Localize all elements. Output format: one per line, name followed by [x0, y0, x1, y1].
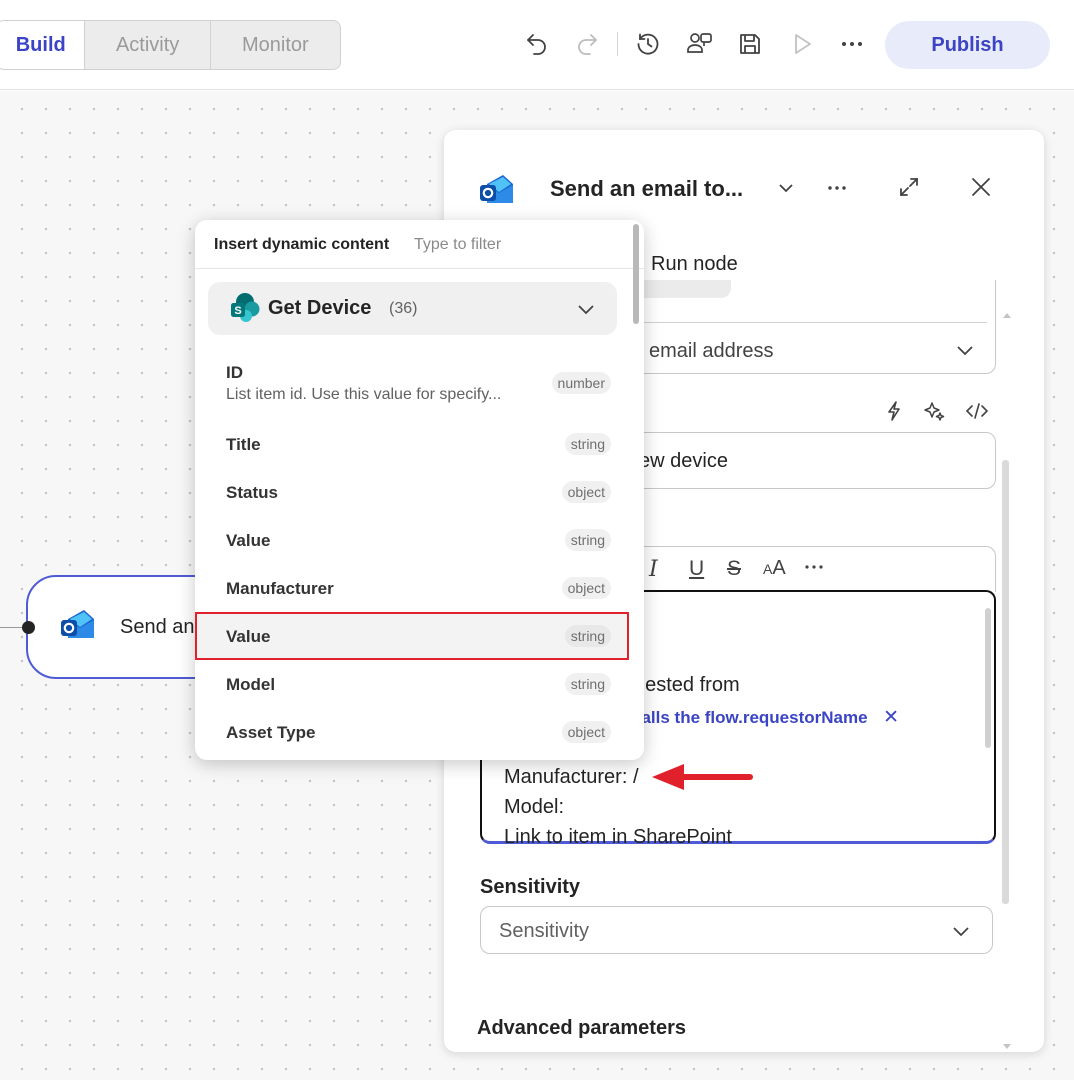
- type-badge: string: [564, 673, 611, 695]
- popup-title: Insert dynamic content: [214, 236, 390, 253]
- dynamic-item-status[interactable]: Status object: [195, 468, 644, 516]
- publish-button[interactable]: Publish: [885, 21, 1050, 69]
- chevron-down-icon[interactable]: [776, 178, 796, 203]
- requestor-token[interactable]: calls the flow.requestorName ✕: [632, 706, 899, 729]
- undo-icon[interactable]: [521, 28, 553, 60]
- item-name: Model: [226, 675, 276, 694]
- history-icon[interactable]: [632, 28, 664, 60]
- run-node-tab[interactable]: Run node: [651, 253, 738, 276]
- strikethrough-icon[interactable]: S: [727, 557, 741, 581]
- node-label: Send an: [120, 615, 195, 638]
- body-line-manufacturer: Manufacturer: /: [504, 766, 639, 788]
- editor-scrollbar[interactable]: [985, 608, 991, 748]
- item-name: ID: [226, 363, 243, 382]
- redo-icon[interactable]: [571, 28, 603, 60]
- sharepoint-icon: S: [230, 292, 262, 329]
- chevron-down-icon[interactable]: [955, 340, 975, 365]
- subject-value: ew device: [639, 450, 728, 472]
- chevron-down-icon[interactable]: [576, 299, 596, 324]
- italic-icon[interactable]: I: [649, 557, 658, 582]
- type-badge: number: [551, 372, 611, 394]
- requestor-token-label: calls the flow.requestorName: [632, 708, 868, 727]
- recipient-chip: [635, 280, 731, 298]
- connector-line: [0, 627, 24, 628]
- view-tabs: Build Activity Monitor: [0, 20, 341, 70]
- scroll-up-icon[interactable]: [1002, 306, 1012, 324]
- outlook-icon: [60, 607, 96, 648]
- item-description: List item id. Use this value for specify…: [226, 386, 502, 403]
- item-name: Status: [226, 483, 278, 502]
- chevron-down-icon[interactable]: [951, 921, 971, 946]
- type-badge: string: [564, 625, 611, 647]
- type-badge: string: [564, 529, 611, 551]
- remove-token-icon[interactable]: ✕: [883, 707, 899, 728]
- close-icon[interactable]: [970, 176, 992, 203]
- svg-text:S: S: [234, 305, 241, 317]
- connector-dot[interactable]: [22, 621, 35, 634]
- body-toolbar: I U S AA: [604, 546, 996, 592]
- expand-icon[interactable]: [898, 176, 920, 203]
- body-line-model: Model:: [504, 796, 565, 818]
- toolbar-divider: [617, 32, 618, 56]
- to-placeholder: email address: [649, 340, 774, 362]
- font-size-icon[interactable]: AA: [763, 557, 786, 580]
- filter-input[interactable]: Type to filter: [414, 236, 501, 254]
- expression-sparkle-icon[interactable]: [924, 400, 946, 427]
- panel-scrollbar[interactable]: [1002, 460, 1009, 904]
- sensitivity-label: Sensitivity: [480, 876, 581, 898]
- group-get-device[interactable]: S Get Device (36): [208, 282, 617, 335]
- item-name: Value: [226, 627, 271, 646]
- underline-icon[interactable]: U: [689, 557, 704, 581]
- group-name: Get Device: [268, 297, 372, 319]
- scroll-down-icon[interactable]: [1002, 1038, 1012, 1052]
- to-field[interactable]: email address: [604, 280, 996, 374]
- subject-field[interactable]: ew device: [604, 432, 996, 489]
- outlook-icon: [479, 172, 515, 213]
- dynamic-item-model[interactable]: Model string: [195, 660, 644, 708]
- dynamic-item-title[interactable]: Title string: [195, 420, 644, 468]
- arrow-annotation: [650, 762, 754, 797]
- type-badge: string: [564, 433, 611, 455]
- type-badge: object: [561, 481, 611, 503]
- body-line-requested: uested from: [634, 674, 740, 696]
- panel-title: Send an email to...: [550, 176, 744, 201]
- more-icon[interactable]: [826, 178, 848, 203]
- save-icon[interactable]: [734, 28, 766, 60]
- more-icon[interactable]: [803, 555, 825, 580]
- dynamic-item-status-value[interactable]: Value string: [195, 516, 644, 564]
- dynamic-item-asset-type[interactable]: Asset Type object: [195, 708, 644, 756]
- dynamic-content-popup: Insert dynamic content Type to filter S …: [195, 220, 644, 760]
- advanced-parameters-label[interactable]: Advanced parameters: [477, 1017, 686, 1040]
- body-line-link: Link to item in SharePoint: [504, 826, 732, 848]
- test-icon[interactable]: [786, 28, 818, 60]
- sensitivity-placeholder: Sensitivity: [499, 920, 590, 942]
- field-divider: [617, 322, 987, 323]
- item-name: Asset Type: [226, 723, 316, 742]
- item-name: Title: [226, 435, 261, 454]
- item-name: Value: [226, 531, 271, 550]
- tab-monitor[interactable]: Monitor: [209, 21, 340, 69]
- type-badge: object: [561, 721, 611, 743]
- type-badge: object: [561, 577, 611, 599]
- dynamic-content-icon[interactable]: [884, 400, 904, 427]
- sensitivity-dropdown[interactable]: Sensitivity: [480, 906, 993, 954]
- code-view-icon[interactable]: [965, 400, 989, 427]
- dynamic-item-manufacturer-value[interactable]: Value string: [195, 612, 644, 660]
- popup-scrollbar[interactable]: [633, 224, 639, 324]
- group-count: (36): [389, 300, 418, 317]
- tab-activity[interactable]: Activity: [84, 21, 209, 69]
- flow-checker-icon[interactable]: [684, 28, 716, 60]
- dynamic-item-id[interactable]: ID List item id. Use this value for spec…: [195, 348, 644, 414]
- more-icon[interactable]: [836, 28, 868, 60]
- dynamic-item-manufacturer[interactable]: Manufacturer object: [195, 564, 644, 612]
- tab-build[interactable]: Build: [0, 21, 85, 69]
- top-bar: Build Activity Monitor Publish: [0, 0, 1074, 90]
- item-name: Manufacturer: [226, 579, 334, 598]
- popup-header: Insert dynamic content Type to filter: [195, 220, 644, 269]
